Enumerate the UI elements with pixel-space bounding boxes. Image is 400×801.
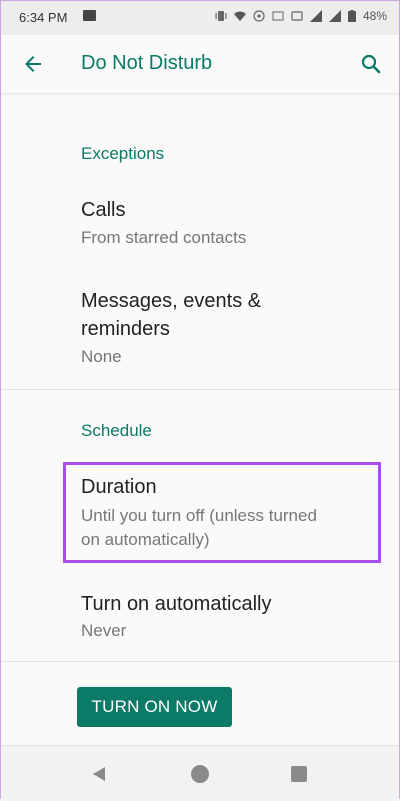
signal-icon-2: [328, 10, 341, 22]
hotspot-icon: [253, 10, 265, 22]
status-bar: 6:34 PM 48%: [1, 1, 399, 35]
search-icon[interactable]: [359, 52, 383, 76]
wifi-icon: [233, 11, 246, 21]
auto-value: Never: [81, 621, 127, 640]
messages-title-line1: Messages, events &: [81, 290, 262, 312]
calls-title: Calls: [81, 199, 126, 221]
messages-value: None: [81, 347, 122, 366]
section-divider: [1, 389, 399, 390]
back-arrow-icon[interactable]: [21, 52, 45, 76]
messages-title-line2: reminders: [81, 318, 170, 340]
turn-on-now-button[interactable]: TURN ON NOW: [77, 687, 232, 727]
calls-value: From starred contacts: [81, 228, 247, 247]
highlight-box: [63, 462, 381, 563]
volte-icon: [272, 11, 284, 21]
status-icons: 48%: [215, 9, 387, 23]
nav-home-icon[interactable]: [191, 765, 209, 783]
page-title: Do Not Disturb: [81, 52, 213, 74]
cast-icon: [291, 11, 303, 21]
nav-recents-icon[interactable]: [291, 766, 307, 782]
vibrate-icon: [215, 11, 227, 21]
button-divider: [1, 661, 399, 662]
exceptions-header: Exceptions: [81, 144, 165, 163]
schedule-header: Schedule: [81, 421, 152, 440]
signal-icon-1: [309, 10, 322, 22]
battery-icon: [347, 10, 356, 22]
battery-percent: 48%: [362, 9, 387, 23]
status-time: 6:34 PM: [19, 10, 68, 25]
image-notification-icon: [83, 10, 96, 21]
auto-title: Turn on automatically: [81, 593, 272, 615]
app-bar: Do Not Disturb: [1, 35, 399, 94]
navigation-bar: [1, 745, 399, 801]
nav-back-icon[interactable]: [91, 766, 107, 782]
